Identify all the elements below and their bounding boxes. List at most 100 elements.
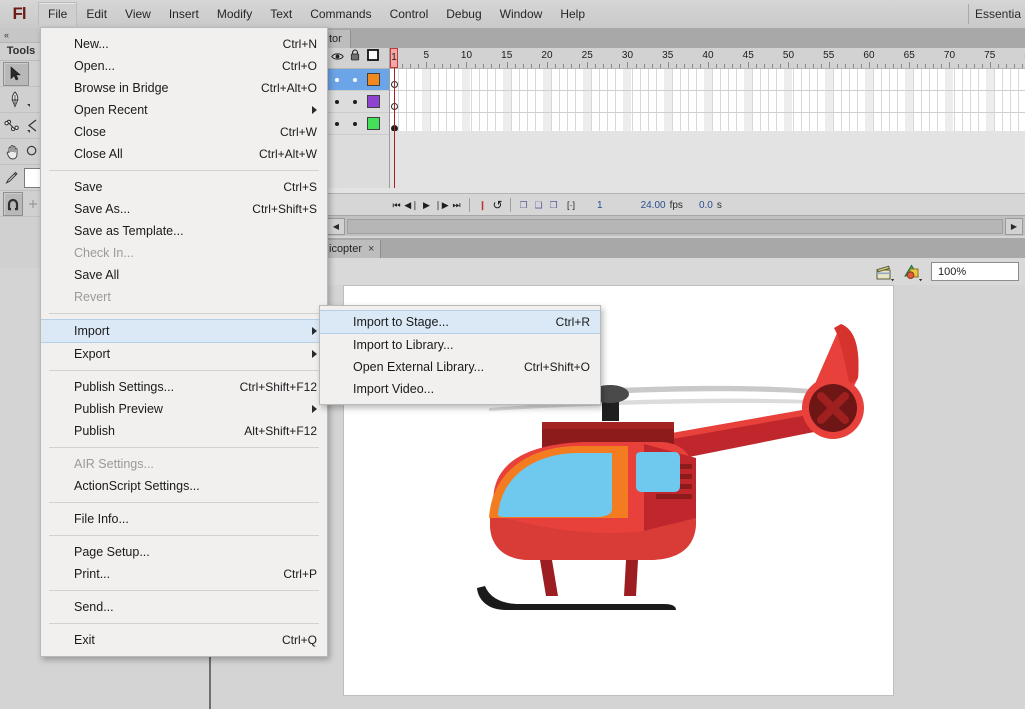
frame-cell-divider — [873, 91, 874, 112]
onion-skin-marker[interactable]: ❙ — [475, 195, 490, 215]
menu-item-page-setup[interactable]: Page Setup... — [41, 541, 327, 563]
menu-item-label: ActionScript Settings... — [74, 479, 200, 493]
layer-color-swatch[interactable] — [367, 117, 380, 130]
frame-rate-value[interactable]: 24.00 — [639, 200, 668, 211]
menu-item-exit[interactable]: Exit Ctrl+Q — [41, 629, 327, 651]
scroll-right-button[interactable]: ▶ — [1005, 218, 1023, 235]
menu-view[interactable]: View — [116, 3, 160, 25]
modify-onion-markers-button[interactable]: [·] — [561, 195, 581, 215]
eye-icon[interactable] — [328, 48, 346, 68]
edit-scene-icon[interactable] — [875, 262, 897, 282]
layer-lock-toggle[interactable] — [346, 100, 364, 104]
scrollbar-track[interactable] — [347, 219, 1003, 234]
onion-skin-outlines-button[interactable]: ❑ — [531, 195, 546, 215]
menu-item-label: Open... — [74, 59, 115, 73]
menu-item-export[interactable]: Export — [41, 343, 327, 365]
selection-tool-icon[interactable] — [3, 62, 29, 86]
menu-item-open[interactable]: Open... Ctrl+O — [41, 55, 327, 77]
menu-item-publish[interactable]: Publish Alt+Shift+F12 — [41, 420, 327, 442]
step-back-one-frame-button[interactable]: ◀❘ — [404, 195, 419, 215]
import-submenu[interactable]: Import to Stage... Ctrl+R Import to Libr… — [319, 305, 601, 405]
file-menu-dropdown[interactable]: New... Ctrl+N Open... Ctrl+O Browse in B… — [40, 27, 328, 657]
hand-tool-icon[interactable] — [3, 141, 22, 163]
collapse-panel-button[interactable]: « — [0, 28, 42, 43]
workspace-switcher[interactable]: Essentia — [975, 7, 1025, 21]
bone-tool-icon[interactable] — [3, 115, 22, 137]
menu-item-save-as-template[interactable]: Save as Template... — [41, 220, 327, 242]
layer-visibility-toggle[interactable] — [328, 78, 346, 82]
layer-row-2[interactable] — [325, 91, 389, 113]
menu-control[interactable]: Control — [381, 3, 438, 25]
menu-item-browse-in-bridge[interactable]: Browse in Bridge Ctrl+Alt+O — [41, 77, 327, 99]
frame-cell-divider — [680, 91, 681, 112]
tool-row-selection — [0, 61, 42, 87]
ruler-tick — [595, 64, 596, 68]
menu-item-open-external-library[interactable]: Open External Library... Ctrl+Shift+O — [320, 356, 600, 378]
layer-color-swatch[interactable] — [367, 73, 380, 86]
timeline-ruler[interactable]: 5101520253035404550556065707580 — [390, 48, 1025, 69]
timeline-panel-tab[interactable]: tor — [325, 30, 351, 48]
playhead-marker[interactable]: 1 — [390, 48, 398, 68]
menu-item-import-video[interactable]: Import Video... — [320, 378, 600, 400]
zoom-level-input[interactable]: 100% — [931, 262, 1019, 281]
menu-item-save-as[interactable]: Save As... Ctrl+Shift+S — [41, 198, 327, 220]
landing-skid — [477, 586, 676, 610]
menu-debug[interactable]: Debug — [437, 3, 490, 25]
go-to-first-frame-button[interactable]: ⏮ — [389, 195, 404, 215]
frame-cell-marker — [784, 91, 792, 112]
menu-item-close-all[interactable]: Close All Ctrl+Alt+W — [41, 143, 327, 165]
snap-to-objects-icon[interactable] — [3, 192, 23, 216]
layer-row-1[interactable] — [325, 69, 389, 91]
document-tab[interactable]: icopter × — [325, 240, 381, 258]
pen-tool-more-indicator[interactable] — [27, 104, 30, 107]
layer-lock-toggle[interactable] — [346, 122, 364, 126]
menu-item-save[interactable]: Save Ctrl+S — [41, 176, 327, 198]
bone-tool-more-indicator[interactable] — [27, 130, 30, 133]
menu-item-publish-settings[interactable]: Publish Settings... Ctrl+Shift+F12 — [41, 376, 327, 398]
menu-item-open-recent[interactable]: Open Recent — [41, 99, 327, 121]
menu-item-close[interactable]: Close Ctrl+W — [41, 121, 327, 143]
ruler-tick — [716, 64, 717, 68]
menu-commands[interactable]: Commands — [301, 3, 380, 25]
menu-item-send[interactable]: Send... — [41, 596, 327, 618]
play-button[interactable]: ▶ — [419, 195, 434, 215]
layer-lock-toggle[interactable] — [346, 78, 364, 82]
onion-skin-button[interactable]: ❐ — [516, 195, 531, 215]
layer-row-3[interactable] — [325, 113, 389, 135]
scroll-left-button[interactable]: ◀ — [327, 218, 345, 235]
menu-help[interactable]: Help — [551, 3, 594, 25]
edit-symbols-icon[interactable] — [903, 262, 925, 282]
timeline-horizontal-scrollbar[interactable]: ◀ ▶ — [325, 215, 1025, 236]
loop-playback-button[interactable]: ↺ — [490, 195, 505, 215]
menu-edit[interactable]: Edit — [77, 3, 116, 25]
menu-item-import[interactable]: Import — [41, 319, 327, 343]
menu-item-save-all[interactable]: Save All — [41, 264, 327, 286]
layer-visibility-toggle[interactable] — [328, 122, 346, 126]
layer-visibility-toggle[interactable] — [328, 100, 346, 104]
menu-text[interactable]: Text — [261, 3, 301, 25]
menu-item-publish-preview[interactable]: Publish Preview — [41, 398, 327, 420]
menu-item-import-to-library[interactable]: Import to Library... — [320, 334, 600, 356]
ink-bottle-tool-icon[interactable] — [3, 167, 20, 189]
close-icon[interactable]: × — [368, 240, 374, 258]
menu-item-import-to-stage[interactable]: Import to Stage... Ctrl+R — [320, 310, 600, 334]
menu-item-file-info[interactable]: File Info... — [41, 508, 327, 530]
frame-row-layer-2[interactable] — [390, 91, 1025, 113]
menu-modify[interactable]: Modify — [208, 3, 261, 25]
ruler-tick — [434, 64, 435, 68]
menu-item-print[interactable]: Print... Ctrl+P — [41, 563, 327, 585]
lock-icon[interactable] — [346, 48, 364, 68]
menu-file[interactable]: File — [38, 2, 77, 26]
menu-window[interactable]: Window — [491, 3, 552, 25]
frames-area[interactable]: 5101520253035404550556065707580 1 — [390, 48, 1025, 188]
menu-item-new[interactable]: New... Ctrl+N — [41, 33, 327, 55]
layer-color-swatch[interactable] — [367, 95, 380, 108]
menu-insert[interactable]: Insert — [160, 3, 208, 25]
pen-tool-icon[interactable] — [3, 89, 27, 111]
edit-multiple-frames-button[interactable]: ❒ — [546, 195, 561, 215]
frame-row-layer-1[interactable] — [390, 69, 1025, 91]
menu-item-actionscript-settings[interactable]: ActionScript Settings... — [41, 475, 327, 497]
outline-icon[interactable] — [364, 48, 382, 68]
step-forward-one-frame-button[interactable]: ❘▶ — [434, 195, 449, 215]
go-to-last-frame-button[interactable]: ⏭ — [449, 195, 464, 215]
